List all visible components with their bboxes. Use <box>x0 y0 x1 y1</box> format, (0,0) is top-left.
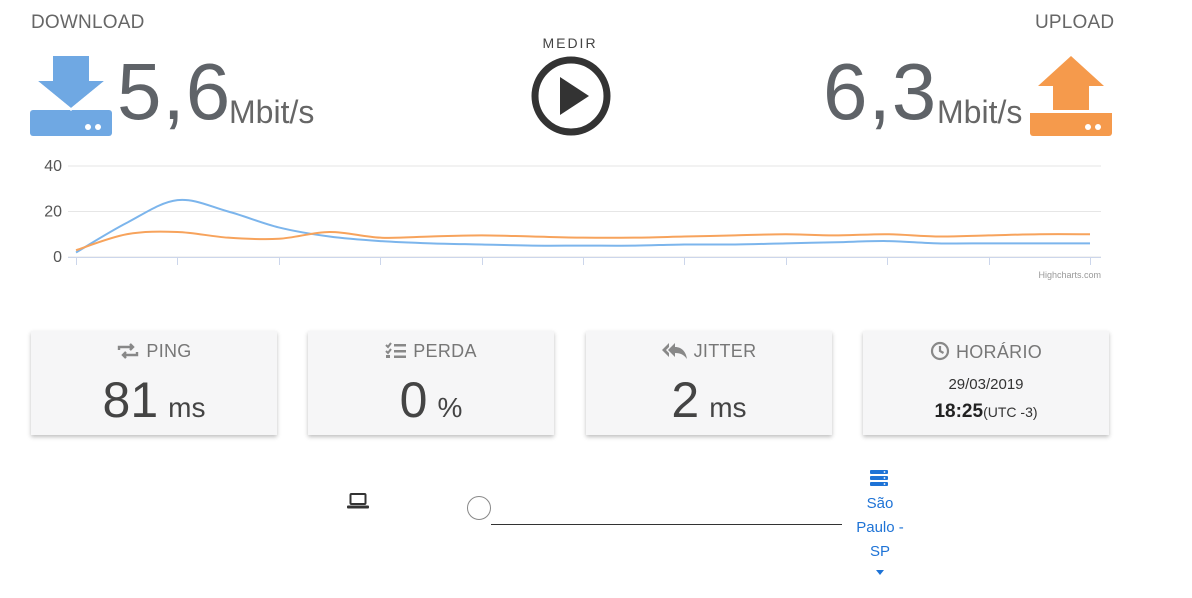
jitter-unit: ms <box>709 392 747 423</box>
y-tick-label: 0 <box>53 249 62 266</box>
series-line-1 <box>75 198 1090 254</box>
jitter-card: JITTER 2 ms <box>586 331 832 435</box>
chart-credit: Highcharts.com <box>1038 270 1101 280</box>
checklist-icon <box>385 342 407 358</box>
timezone-label: (UTC -3) <box>983 404 1038 420</box>
download-label: DOWNLOAD <box>31 12 145 33</box>
measurement-time: 18:25 <box>934 401 984 422</box>
download-icon <box>30 56 112 136</box>
time-card: HORÁRIO 29/03/2019 18:25(UTC -3) <box>863 331 1109 435</box>
upload-label: UPLOAD <box>1035 12 1115 33</box>
connection-line <box>491 524 842 525</box>
y-tick-label: 40 <box>44 158 62 175</box>
ping-unit: ms <box>168 392 206 423</box>
server-selector[interactable]: São Paulo - SP <box>855 492 905 564</box>
chevron-down-icon[interactable] <box>876 570 884 575</box>
ping-value: 81 <box>102 372 159 428</box>
upload-icon <box>1030 56 1112 136</box>
speed-chart: 40 20 0 Highcharts.com <box>44 158 1101 280</box>
ping-title: PING <box>146 341 192 361</box>
server-icon <box>870 470 888 486</box>
y-tick-label: 20 <box>44 204 62 221</box>
loss-value: 0 <box>399 372 428 428</box>
clock-icon <box>930 341 950 361</box>
repeat-icon <box>118 343 139 359</box>
download-speed-value: 5,6 <box>117 47 232 136</box>
time-title: HORÁRIO <box>955 342 1043 362</box>
upload-speed-unit: Mbit/s <box>937 94 1023 130</box>
ping-card: PING 81 ms <box>31 331 277 435</box>
upload-speed-value: 6,3 <box>823 47 938 136</box>
loss-card: PERDA 0% <box>308 331 554 435</box>
play-button[interactable] <box>531 56 611 136</box>
series-line-2 <box>75 230 1091 252</box>
jitter-title: JITTER <box>693 341 757 361</box>
measurement-date: 29/03/2019 <box>948 376 1024 393</box>
loss-unit: % <box>437 392 463 423</box>
laptop-icon <box>347 493 369 509</box>
connection-status-indicator <box>467 496 491 520</box>
jitter-value: 2 <box>671 372 700 428</box>
measure-label: MEDIR <box>542 35 598 51</box>
loss-title: PERDA <box>413 341 477 361</box>
reply-all-icon <box>661 343 687 359</box>
download-speed-unit: Mbit/s <box>229 94 315 130</box>
